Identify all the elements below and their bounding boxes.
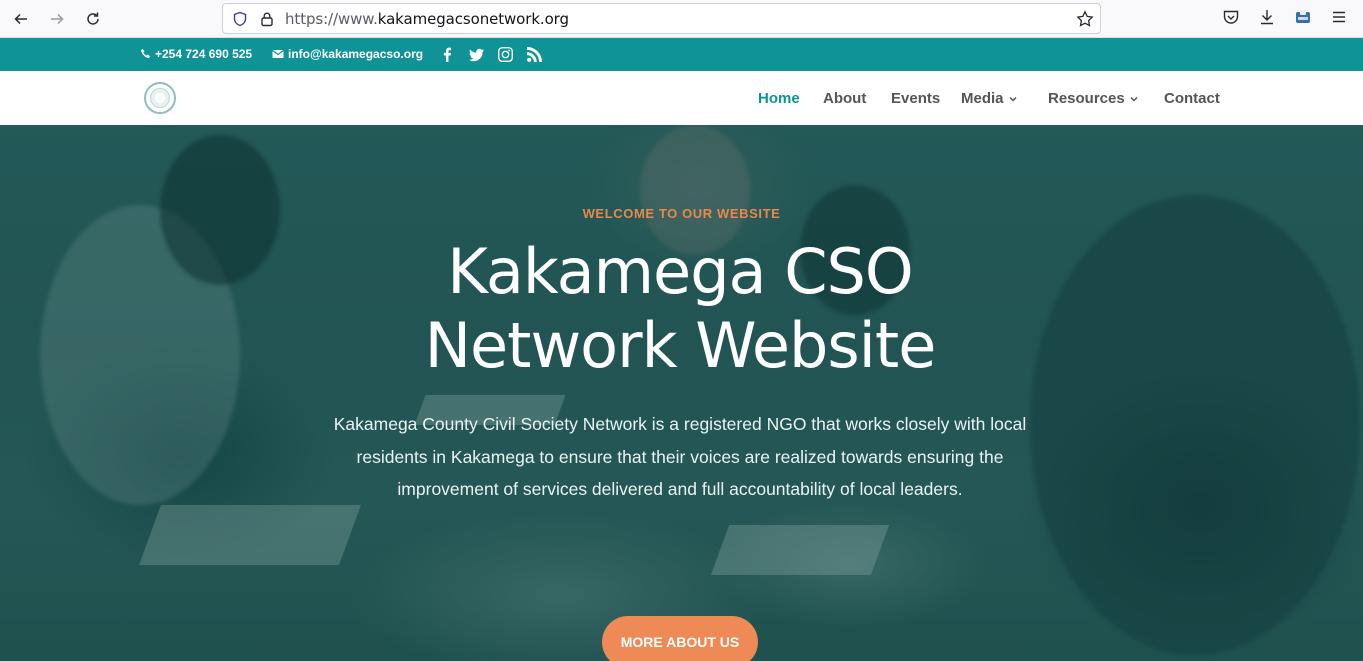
nav-events[interactable]: Events: [891, 90, 940, 107]
phone-icon: [141, 49, 150, 59]
facebook-link[interactable]: [439, 46, 455, 62]
extension-icon: [1296, 10, 1310, 23]
pocket-icon: [1223, 10, 1239, 24]
twitter-icon: [468, 48, 484, 61]
shield-icon[interactable]: [232, 11, 248, 27]
rss-link[interactable]: [526, 46, 542, 62]
address-bar[interactable]: https://www.kakamegacsonetwork.org: [222, 3, 1101, 34]
nav-events-label: Events: [891, 90, 941, 107]
nav-about-label: About: [823, 90, 867, 107]
chevron-down-icon: [1008, 96, 1017, 102]
browser-toolbar: https://www.kakamegacsonetwork.org: [0, 0, 1363, 38]
nav-home[interactable]: Home: [758, 90, 800, 107]
site-logo[interactable]: [144, 82, 176, 114]
extension-button[interactable]: [1294, 8, 1314, 28]
hero-title-line1: Kakamega CSO: [447, 235, 913, 308]
hero-content: WELCOME TO OUR WEBSITE Kakamega CSO Netw…: [0, 125, 1363, 661]
hamburger-icon: [1333, 11, 1345, 23]
nav-contact[interactable]: Contact: [1164, 90, 1220, 107]
facebook-icon: [443, 47, 451, 62]
arrow-right-icon: [51, 13, 64, 25]
hero-kicker: WELCOME TO OUR WEBSITE: [582, 206, 781, 221]
phone-number: +254 724 690 525: [155, 47, 253, 61]
bookmark-star-icon[interactable]: [1076, 10, 1094, 28]
forward-button[interactable]: [45, 7, 69, 31]
site-header: Home About Events Media Resources Contac…: [0, 71, 1363, 125]
back-button[interactable]: [9, 7, 33, 31]
downloads-button[interactable]: [1258, 8, 1278, 28]
url-text[interactable]: https://www.kakamegacsonetwork.org: [285, 10, 569, 28]
nav-media[interactable]: Media: [961, 90, 1018, 107]
email-link[interactable]: info@kakamegacso.org: [272, 47, 423, 61]
envelope-icon: [272, 50, 284, 58]
rss-icon: [526, 46, 542, 62]
hero-title: Kakamega CSO Network Website: [380, 235, 980, 383]
nav-resources[interactable]: Resources: [1048, 90, 1139, 107]
email-address: info@kakamegacso.org: [288, 47, 424, 61]
hero-section: WELCOME TO OUR WEBSITE Kakamega CSO Netw…: [0, 125, 1363, 661]
nav-resources-label: Resources: [1048, 90, 1125, 107]
instagram-link[interactable]: [497, 46, 513, 62]
reload-button[interactable]: [81, 7, 105, 31]
nav-about[interactable]: About: [823, 90, 866, 107]
instagram-icon: [497, 46, 513, 62]
twitter-link[interactable]: [468, 46, 484, 62]
arrow-left-icon: [14, 13, 27, 25]
url-domain: kakamegacsonetwork.org: [377, 10, 569, 28]
chevron-down-icon: [1130, 96, 1138, 102]
nav-media-label: Media: [961, 90, 1004, 107]
nav-contact-label: Contact: [1164, 90, 1220, 107]
lock-icon[interactable]: [259, 11, 275, 27]
reload-icon: [87, 12, 99, 25]
logo-emblem: [150, 88, 170, 108]
more-about-us-button[interactable]: MORE ABOUT US: [602, 616, 758, 661]
contact-bar: +254 724 690 525 info@kakamegacso.org: [0, 38, 1363, 71]
download-icon: [1261, 10, 1273, 25]
nav-home-label: Home: [758, 90, 800, 107]
pocket-button[interactable]: [1222, 8, 1242, 28]
menu-button[interactable]: [1330, 8, 1350, 28]
phone-link[interactable]: +254 724 690 525: [140, 47, 252, 61]
url-prefix: https://www.: [285, 10, 378, 28]
hero-description: Kakamega County Civil Society Network is…: [333, 414, 1027, 499]
hero-title-line2: Network Website: [424, 309, 937, 382]
